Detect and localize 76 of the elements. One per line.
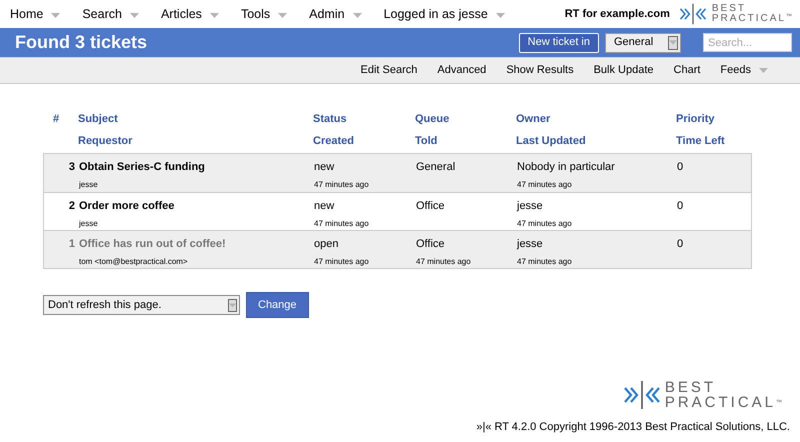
caret-icon [278, 13, 288, 18]
column-header[interactable]: Subject [78, 111, 311, 124]
ticket-id: 3 [68, 160, 76, 175]
sub-menu-item[interactable]: Advanced [437, 62, 486, 79]
top-menu-item[interactable]: Articles [160, 4, 219, 24]
top-menu-item[interactable]: Tools [240, 4, 288, 24]
ticket-id: 2 [68, 199, 76, 214]
ticket-subject[interactable]: Order more coffee [79, 198, 312, 214]
ticket-requestor: tom <tom@bestpractical.com> [79, 256, 189, 268]
ticket-status: new [314, 160, 336, 175]
logo-mark-icon [622, 380, 661, 410]
ticket-owner: Nobody in particular [517, 160, 616, 175]
top-menu-item[interactable]: Logged in as jesse [384, 4, 505, 24]
ticket-last-updated: 47 minutes ago [517, 178, 573, 190]
column-header[interactable]: Last Updated [516, 133, 674, 146]
ticket-told: 47 minutes ago [416, 256, 472, 268]
caret-icon [352, 13, 362, 18]
ticket-requestor: jesse [79, 218, 99, 230]
column-header[interactable]: Status [313, 111, 413, 124]
ticket-queue: General [416, 160, 456, 175]
caret-icon [51, 13, 60, 18]
ticket-priority: 0 [676, 237, 684, 252]
sub-menu-item[interactable]: Chart [674, 62, 700, 79]
copyright-text: RT 4.2.0 Copyright 1996-2013 Best Practical Solutions, LLC. [494, 420, 790, 435]
ticket-row[interactable]: 3 Obtain Series-C funding jesse new 47 minutes ago General Nobody in particular 47 minutes ago 0 [44, 154, 751, 192]
logo-text: BEST PRACTICAL$^{™}$ [664, 380, 785, 410]
ticket-owner: jesse [517, 199, 544, 214]
caret-icon [130, 13, 139, 18]
column-header[interactable]: Told [415, 133, 514, 146]
ticket-queue: Office [416, 237, 446, 252]
ticket-status: new [314, 199, 336, 214]
footer-mark: »|« [476, 420, 492, 435]
column-header[interactable]: # [53, 111, 76, 124]
column-header[interactable]: Created [313, 133, 413, 146]
column-header[interactable]: Time Left [676, 133, 752, 146]
top-menu-item[interactable]: Home [10, 4, 60, 24]
ticket-last-updated: 47 minutes ago [517, 256, 573, 268]
ticket-priority: 0 [676, 160, 684, 175]
caret-icon [669, 40, 677, 45]
caret-icon [229, 302, 236, 308]
site-name: RT for example.com [564, 6, 670, 22]
ticket-created: 47 minutes ago [314, 256, 370, 268]
sub-menu-item[interactable]: Feeds [720, 62, 768, 79]
sub-menu-item[interactable]: Show Results [506, 62, 574, 79]
ticket-last-updated: 47 minutes ago [517, 218, 573, 230]
column-header[interactable]: Requestor [78, 133, 311, 146]
ticket-status: open [314, 237, 340, 252]
ticket-row[interactable]: 1 Office has run out of coffee! tom <tom@bestpractical.com> open 47 minutes ago Office 47 minutes ago jesse 47 minutes ago 0 [44, 230, 751, 268]
refresh-select[interactable]: Don't refresh this page. [43, 295, 240, 315]
page-title: Found 3 tickets [15, 31, 148, 54]
top-menu-item[interactable]: Search [82, 4, 139, 24]
sub-menu-item[interactable]: Bulk Update [594, 62, 654, 79]
ticket-subject[interactable]: Obtain Series-C funding [79, 159, 312, 176]
search-field[interactable]: Search... [703, 33, 792, 52]
ticket-subject[interactable]: Office has run out of coffee! [79, 236, 312, 252]
sub-menu-item[interactable]: Edit Search [360, 62, 418, 79]
ticket-owner: jesse [517, 237, 544, 252]
ticket-queue: Office [416, 199, 446, 214]
column-header[interactable]: Queue [415, 111, 514, 124]
caret-icon [496, 13, 505, 18]
ticket-created: 47 minutes ago [314, 218, 370, 230]
ticket-row[interactable]: 2 Order more coffee jesse new 47 minutes ago Office jesse 47 minutes ago 0 [44, 192, 751, 230]
column-header[interactable]: Owner [516, 111, 674, 124]
ticket-id: 1 [68, 237, 76, 252]
ticket-requestor: jesse [79, 178, 99, 190]
logo-mark-icon [678, 3, 708, 25]
new-ticket-button[interactable]: New ticket in [518, 32, 599, 52]
caret-icon [759, 68, 768, 73]
column-header[interactable]: Priority [676, 111, 752, 124]
queue-select[interactable]: General [605, 32, 681, 52]
top-menu-item[interactable]: Admin [309, 4, 362, 24]
logo-text: BEST PRACTICAL$^{™}$ [712, 4, 794, 24]
ticket-created: 47 minutes ago [314, 178, 370, 190]
caret-icon [210, 13, 219, 18]
change-button[interactable]: Change [246, 292, 309, 318]
ticket-priority: 0 [676, 199, 684, 214]
